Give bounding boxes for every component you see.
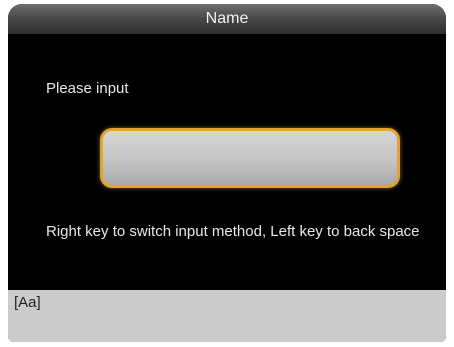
input-method-status-bar: [Aa] [8,290,446,342]
device-screen: Name Please input Right key to switch in… [8,4,446,342]
page-title: Name [205,10,249,27]
input-help-text: Right key to switch input method, Left k… [46,223,420,240]
title-bar: Name [8,4,446,34]
input-method-indicator: [Aa] [14,294,41,311]
name-input-field[interactable] [100,128,400,188]
input-prompt-label: Please input [46,80,129,97]
